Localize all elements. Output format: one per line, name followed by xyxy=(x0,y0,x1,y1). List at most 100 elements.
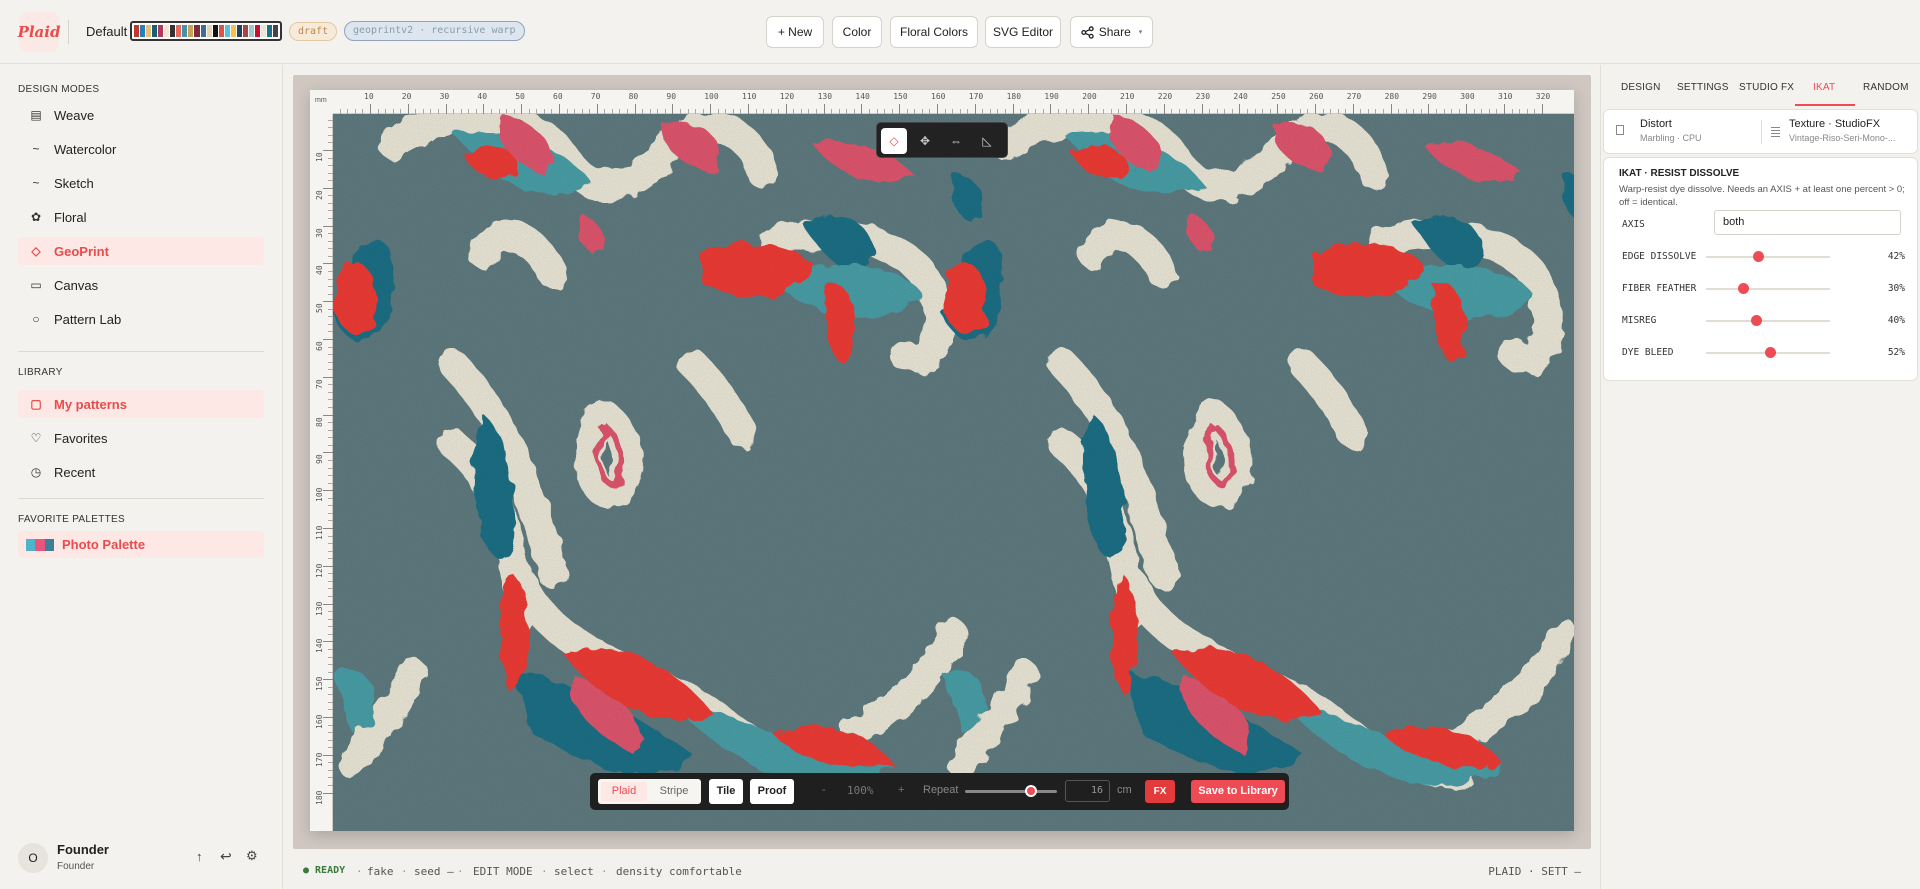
ruler-tick-label: 110 xyxy=(742,92,757,101)
texture-title[interactable]: Texture · StudioFX xyxy=(1789,118,1880,130)
status-seed: seed – xyxy=(414,865,454,878)
pattern-render xyxy=(333,114,1574,831)
effects-summary-card: Distort Marbling · CPU Texture · StudioF… xyxy=(1603,109,1918,154)
sidebar-item-floral[interactable]: ✿ Floral xyxy=(18,203,264,231)
tab-settings[interactable]: SETTINGS xyxy=(1677,82,1729,93)
palette-swatch-color xyxy=(182,25,188,37)
sidebar-item-weave[interactable]: ▤ Weave xyxy=(18,101,264,129)
status-tool: select xyxy=(554,865,594,878)
ruler-tick xyxy=(323,603,333,605)
slider-track[interactable] xyxy=(1706,320,1830,322)
favorite-palettes-heading: FAVORITE PALETTES xyxy=(18,514,125,525)
palette-swatch-color xyxy=(218,25,224,37)
move-icon[interactable]: ✥ xyxy=(912,128,938,154)
palette-item-photo-palette[interactable]: Photo Palette xyxy=(18,531,264,558)
ruler-tick xyxy=(323,490,333,492)
palette-swatch-color xyxy=(170,25,176,37)
status-ready: ● READY xyxy=(303,865,346,876)
floral-colors-button[interactable]: Floral Colors xyxy=(890,16,978,48)
repeat-slider-handle[interactable] xyxy=(1025,785,1038,797)
sidebar-item-recent[interactable]: ◷ Recent xyxy=(18,458,264,486)
ruler-tick-label: 190 xyxy=(1044,92,1059,101)
sidebar-item-geoprint[interactable]: ◇ GeoPrint xyxy=(18,237,264,265)
upload-icon[interactable]: ↑ xyxy=(196,849,203,864)
ruler-top: 10 20 30 40 50 60 70 80 90 100 110 120 130 140 150 160 1… xyxy=(310,90,1574,114)
resize-horizontal-icon[interactable]: ⇔ xyxy=(943,128,969,154)
ruler-tick-label: 10 xyxy=(364,92,374,101)
project-name[interactable]: Default xyxy=(86,24,127,39)
palette-swatch-color xyxy=(242,25,248,37)
sidebar-item-canvas[interactable]: ▭ Canvas xyxy=(18,271,264,299)
sidebar-item-watercolor[interactable]: ~ Watercolor xyxy=(18,135,264,163)
ruler-tick-label: 60 xyxy=(553,92,563,101)
ruler-tick-label: 240 xyxy=(1233,92,1248,101)
palette-swatch-color xyxy=(188,25,194,37)
undo-icon[interactable]: ↩ xyxy=(220,848,232,865)
new-button[interactable]: + New xyxy=(766,16,824,48)
distort-subtitle: Marbling · CPU xyxy=(1640,133,1702,143)
ruler-tick-label: 160 xyxy=(315,714,324,729)
slider-track[interactable] xyxy=(1706,256,1830,258)
tab-design[interactable]: DESIGN xyxy=(1621,82,1661,93)
ruler-tick-label: 70 xyxy=(590,92,601,101)
repeat-slider[interactable] xyxy=(965,785,1057,797)
sidebar-item-label: GeoPrint xyxy=(54,243,109,259)
slider-value: 30% xyxy=(1887,283,1905,294)
color-button[interactable]: Color xyxy=(832,16,882,48)
ruler-tick-label: 40 xyxy=(315,265,324,276)
ruler-tick xyxy=(748,104,749,114)
avatar[interactable]: O xyxy=(18,843,48,873)
ruler-tick-label: 50 xyxy=(315,303,324,314)
settings-icon[interactable]: ⚙ xyxy=(246,848,258,864)
ikat-title: IKAT · RESIST DISSOLVE xyxy=(1619,168,1740,179)
save-to-library-button[interactable]: Save to Library xyxy=(1191,780,1285,803)
sidebar-item-my-patterns[interactable]: ▢ My patterns xyxy=(18,390,264,418)
active-tab-indicator xyxy=(1795,104,1855,106)
zoom-in-button[interactable]: + xyxy=(898,784,904,796)
diamond-select-icon[interactable]: ◇ xyxy=(881,128,907,154)
ruler-tick xyxy=(1239,104,1241,114)
ruler-tick xyxy=(559,104,560,114)
ruler-triangle-icon[interactable]: ◺ xyxy=(974,128,1000,154)
user-name: Founder xyxy=(57,842,109,857)
plaid-mode-button[interactable]: Plaid xyxy=(601,782,647,801)
ruler-tick xyxy=(323,301,333,303)
floating-toolbar: ◇ ✥ ⇔ ◺ xyxy=(876,122,1008,158)
tile-button[interactable]: Tile xyxy=(709,779,743,804)
slider-handle[interactable] xyxy=(1765,347,1777,358)
tab-ikat[interactable]: IKAT xyxy=(1813,82,1835,93)
stripe-mode-button[interactable]: Stripe xyxy=(650,782,698,801)
app-logo[interactable]: Plaid xyxy=(18,12,60,52)
zoom-out-button[interactable]: - xyxy=(822,784,826,796)
proof-button[interactable]: Proof xyxy=(750,779,794,804)
slider-track[interactable] xyxy=(1706,288,1830,290)
ruler-tick xyxy=(323,150,333,151)
share-button[interactable]: Share ▾ xyxy=(1070,16,1153,48)
pattern-lab-icon: ○ xyxy=(32,312,40,326)
sidebar-item-favorites[interactable]: ♡ Favorites xyxy=(18,424,264,452)
ruler-tick xyxy=(1088,104,1090,114)
slider-handle[interactable] xyxy=(1738,283,1750,294)
tab-random[interactable]: RANDOM xyxy=(1863,82,1909,93)
ruler-tick-label: 40 xyxy=(477,92,488,101)
repeat-input[interactable]: 16 xyxy=(1065,780,1110,802)
ruler-tick xyxy=(323,528,333,529)
sidebar-item-sketch[interactable]: ~ Sketch xyxy=(18,169,264,197)
slider-handle[interactable] xyxy=(1753,251,1765,262)
pattern-canvas[interactable] xyxy=(333,114,1574,831)
ruler-tick xyxy=(323,414,333,416)
distort-title[interactable]: Distort xyxy=(1640,118,1672,130)
tab-studio-fx[interactable]: STUDIO FX xyxy=(1739,82,1794,93)
slider-handle[interactable] xyxy=(1750,315,1762,326)
slider-value: 40% xyxy=(1887,315,1905,326)
ruler-tick xyxy=(445,104,447,114)
ruler-tick xyxy=(407,104,409,114)
palette-swatch-strip[interactable] xyxy=(130,21,282,41)
ruler-tick xyxy=(323,679,333,681)
ruler-tick-label: 320 xyxy=(1535,92,1551,101)
axis-select[interactable]: both xyxy=(1714,210,1901,235)
fx-button[interactable]: FX xyxy=(1145,780,1175,803)
divider xyxy=(1761,120,1762,144)
sidebar-item-pattern-lab[interactable]: ○ Pattern Lab xyxy=(18,305,264,333)
svg-editor-button[interactable]: SVG Editor xyxy=(985,16,1061,48)
